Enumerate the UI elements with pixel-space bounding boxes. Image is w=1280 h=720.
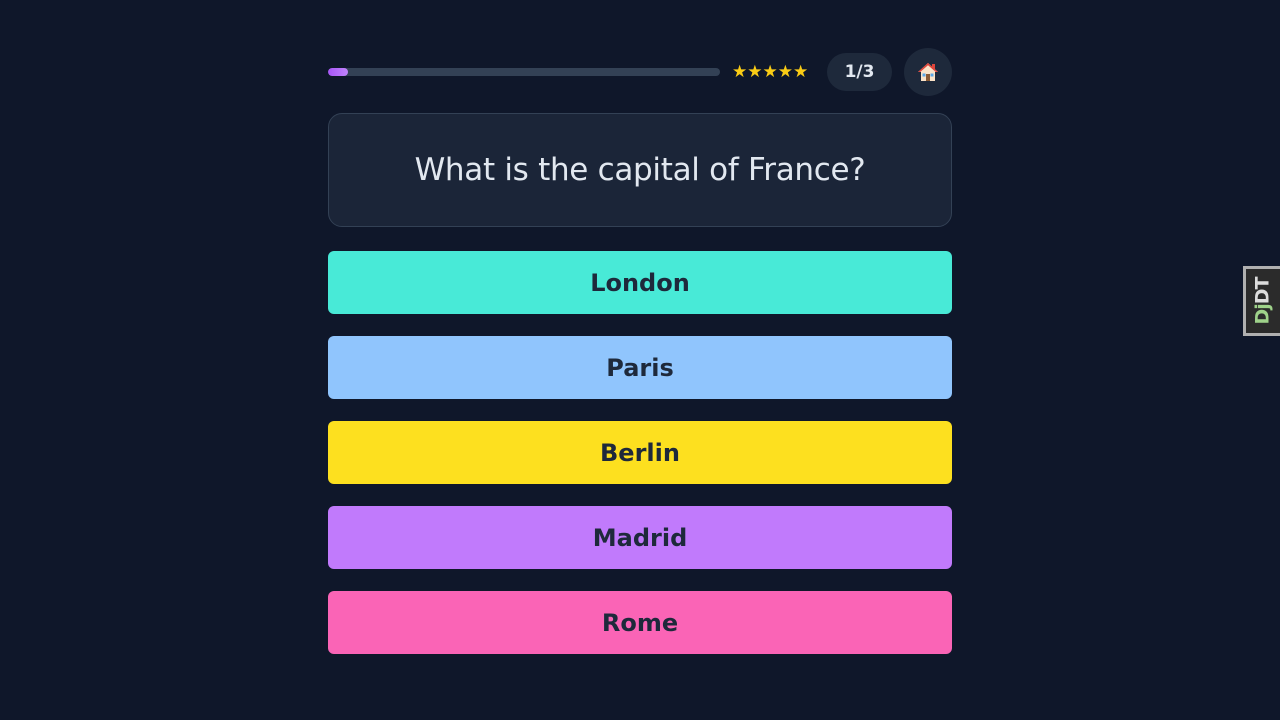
house-icon (918, 63, 938, 81)
question-card: What is the capital of France? (328, 113, 952, 227)
quiz-screen: ★★★★★ 1/3 What is the capital of France?… (0, 0, 1280, 720)
answer-button-madrid[interactable]: Madrid (328, 506, 952, 569)
answer-button-london[interactable]: London (328, 251, 952, 314)
home-button[interactable] (904, 48, 952, 96)
answer-button-berlin[interactable]: Berlin (328, 421, 952, 484)
progress-fill (328, 68, 348, 76)
answer-button-paris[interactable]: Paris (328, 336, 952, 399)
star-rating: ★★★★★ (732, 62, 809, 82)
debug-toolbar-label: DjDT (1252, 277, 1274, 325)
debug-toolbar-handle[interactable]: DjDT (1243, 266, 1280, 336)
answer-button-rome[interactable]: Rome (328, 591, 952, 654)
question-counter: 1/3 (827, 53, 892, 91)
progress-bar (328, 68, 720, 76)
quiz-header: ★★★★★ 1/3 (328, 48, 952, 96)
question-text: What is the capital of France? (414, 152, 866, 188)
